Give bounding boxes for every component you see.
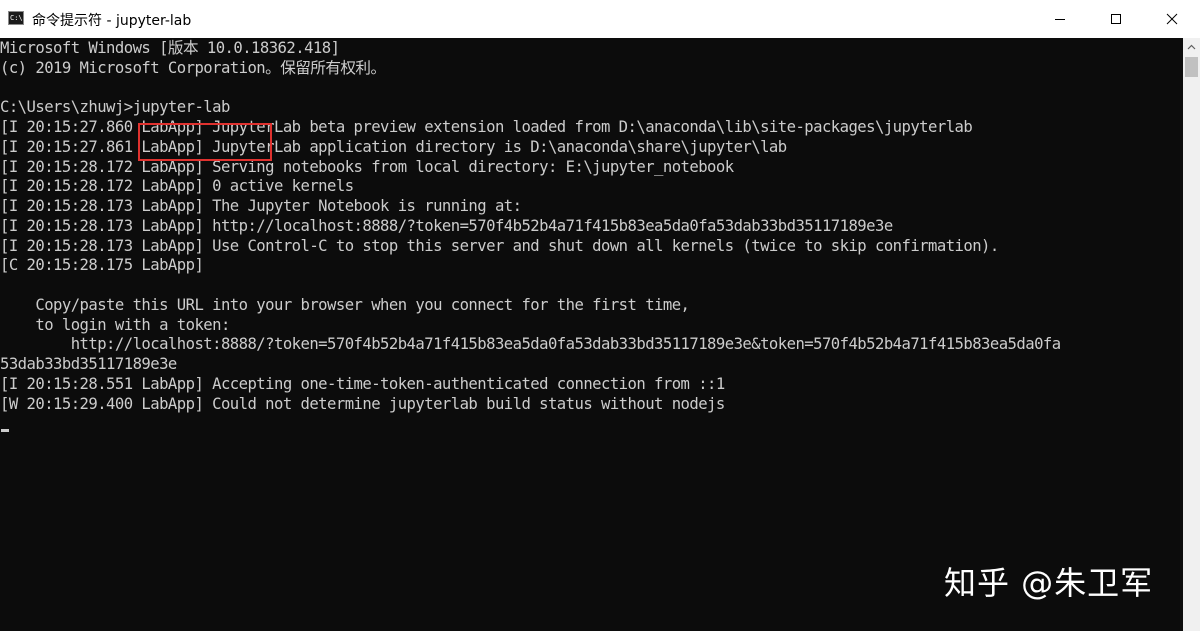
console-line: to login with a token: xyxy=(0,316,230,334)
watermark: 知乎 @朱卫军 xyxy=(944,564,1154,602)
close-button[interactable] xyxy=(1144,0,1200,38)
command-highlight-box xyxy=(138,123,272,161)
console-line: Microsoft Windows [版本 10.0.18362.418] xyxy=(0,39,340,57)
console-line: [I 20:15:28.551 LabApp] Accepting one-ti… xyxy=(0,375,725,393)
chevron-up-icon xyxy=(1187,44,1196,49)
minimize-icon xyxy=(1055,19,1065,20)
console-command-line: C:\Users\zhuwj>jupyter-lab xyxy=(0,98,230,116)
console-line: [I 20:15:28.173 LabApp] The Jupyter Note… xyxy=(0,197,522,215)
console-line: [I 20:15:27.861 LabApp] JupyterLab appli… xyxy=(0,138,787,156)
console-line: 53dab33bd35117189e3e xyxy=(0,355,177,373)
text-cursor xyxy=(1,429,9,432)
title-bar[interactable]: C:\ 命令提示符 - jupyter-lab xyxy=(0,0,1200,38)
console-line: [C 20:15:28.175 LabApp] xyxy=(0,256,204,274)
console-line: [W 20:15:29.400 LabApp] Could not determ… xyxy=(0,395,725,413)
minimize-button[interactable] xyxy=(1032,0,1088,38)
window-title: 命令提示符 - jupyter-lab xyxy=(32,13,192,29)
scroll-thumb[interactable] xyxy=(1185,57,1198,77)
maximize-button[interactable] xyxy=(1088,0,1144,38)
console-line: [I 20:15:28.173 LabApp] Use Control-C to… xyxy=(0,237,999,255)
console-line: [I 20:15:28.172 LabApp] 0 active kernels xyxy=(0,177,354,195)
maximize-icon xyxy=(1111,14,1121,24)
console-output[interactable]: Microsoft Windows [版本 10.0.18362.418] (c… xyxy=(0,38,1183,631)
scroll-up-button[interactable] xyxy=(1183,38,1200,55)
console-line: [I 20:15:28.173 LabApp] http://localhost… xyxy=(0,217,893,235)
cmd-icon[interactable]: C:\ xyxy=(8,11,24,25)
vertical-scrollbar[interactable] xyxy=(1183,38,1200,631)
console-line: http://localhost:8888/?token=570f4b52b4a… xyxy=(0,335,1061,353)
console-line: Copy/paste this URL into your browser wh… xyxy=(0,296,690,314)
close-icon xyxy=(1166,13,1178,25)
console-line: [I 20:15:28.172 LabApp] Serving notebook… xyxy=(0,158,734,176)
console-line: (c) 2019 Microsoft Corporation。保留所有权利。 xyxy=(0,59,386,77)
